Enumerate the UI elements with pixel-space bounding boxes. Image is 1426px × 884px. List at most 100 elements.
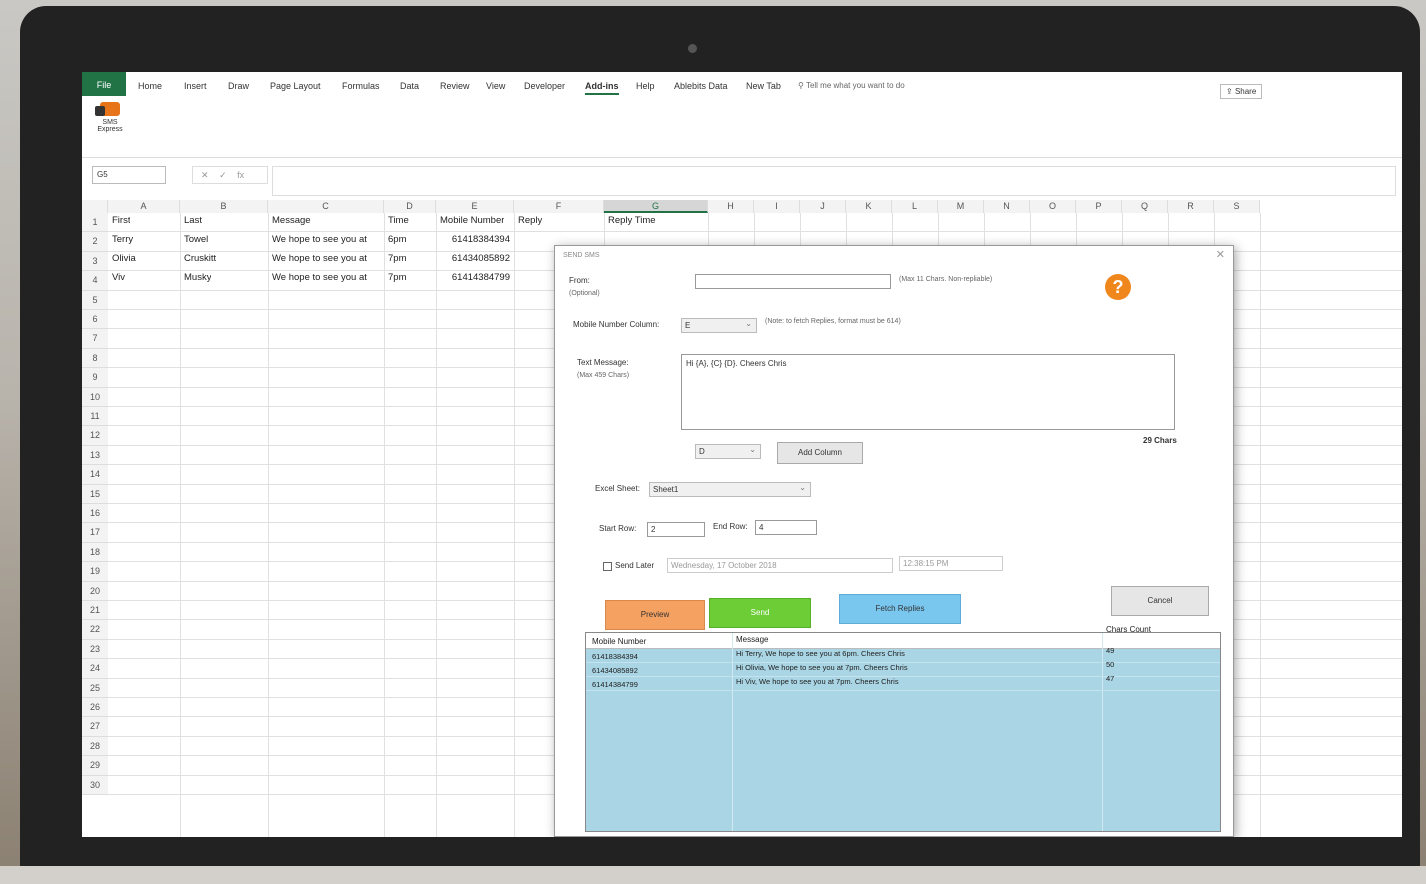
col-header-f[interactable]: F: [514, 200, 604, 213]
row-header[interactable]: 28: [82, 736, 108, 757]
row-header[interactable]: 13: [82, 445, 108, 466]
col-header-h[interactable]: H: [708, 200, 754, 213]
send-date-input[interactable]: Wednesday, 17 October 2018: [667, 558, 893, 573]
start-row-input[interactable]: 2: [647, 522, 705, 537]
cell-e1[interactable]: Mobile Number: [440, 215, 504, 226]
col-header-c[interactable]: C: [268, 200, 384, 213]
cell-f1[interactable]: Reply: [518, 215, 542, 226]
close-icon[interactable]: ✕: [1216, 248, 1225, 261]
row-header[interactable]: 11: [82, 407, 108, 427]
row-header[interactable]: 23: [82, 639, 108, 660]
tab-view[interactable]: View: [486, 81, 505, 91]
tab-new-tab[interactable]: New Tab: [746, 81, 781, 91]
add-column-button[interactable]: Add Column: [777, 442, 863, 464]
cell-d1[interactable]: Time: [388, 215, 409, 226]
tab-data[interactable]: Data: [400, 81, 419, 91]
formula-input[interactable]: [272, 166, 1396, 196]
row-header[interactable]: 5: [82, 290, 108, 310]
cell-b2[interactable]: Towel: [184, 234, 208, 245]
cell-c1[interactable]: Message: [272, 215, 311, 226]
row-header[interactable]: 10: [82, 387, 108, 407]
help-icon[interactable]: ?: [1105, 274, 1131, 300]
col-header-j[interactable]: J: [800, 200, 846, 213]
row-header[interactable]: 16: [82, 504, 108, 524]
row-header[interactable]: 18: [82, 542, 108, 563]
cell-c3[interactable]: We hope to see you at: [272, 253, 382, 264]
cell-a4[interactable]: Viv: [112, 272, 125, 283]
cell-e4[interactable]: 61414384799: [440, 272, 510, 283]
tab-file[interactable]: File: [82, 72, 126, 96]
cancel-button[interactable]: Cancel: [1111, 586, 1209, 616]
col-header-k[interactable]: K: [846, 200, 892, 213]
row-header[interactable]: 8: [82, 348, 108, 369]
end-row-input[interactable]: 4: [755, 520, 817, 535]
row-header[interactable]: 29: [82, 756, 108, 776]
send-button[interactable]: Send: [709, 598, 811, 628]
col-header-m[interactable]: M: [938, 200, 984, 213]
enter-icon[interactable]: ✓: [219, 170, 227, 180]
col-header-q[interactable]: Q: [1122, 200, 1168, 213]
fetch-replies-button[interactable]: Fetch Replies: [839, 594, 961, 624]
add-column-select[interactable]: D: [695, 443, 761, 459]
col-header-n[interactable]: N: [984, 200, 1030, 213]
row-header[interactable]: 14: [82, 465, 108, 485]
cell-e3[interactable]: 61434085892: [440, 253, 510, 264]
tab-formulas[interactable]: Formulas: [342, 81, 380, 91]
row-header[interactable]: 25: [82, 678, 108, 698]
cell-a1[interactable]: First: [112, 215, 130, 226]
cell-a3[interactable]: Olivia: [112, 253, 136, 264]
results-row[interactable]: 61414384799 Hi Viv, We hope to see you a…: [586, 674, 1220, 691]
from-input[interactable]: [695, 274, 891, 289]
col-header-l[interactable]: L: [892, 200, 938, 213]
row-header[interactable]: 24: [82, 659, 108, 679]
results-grid[interactable]: Mobile Number Message Chars Count 614183…: [585, 625, 1221, 832]
tab-ablebits-data[interactable]: Ablebits Data: [674, 81, 728, 91]
tab-review[interactable]: Review: [440, 81, 470, 91]
cell-d2[interactable]: 6pm: [388, 234, 406, 245]
excel-sheet-select[interactable]: Sheet1: [649, 481, 811, 497]
cell-b3[interactable]: Cruskitt: [184, 253, 216, 264]
send-later-checkbox[interactable]: [603, 562, 612, 571]
cell-b4[interactable]: Musky: [184, 272, 211, 283]
row-header[interactable]: 21: [82, 601, 108, 621]
row-header[interactable]: 19: [82, 562, 108, 582]
row-header[interactable]: 20: [82, 581, 108, 601]
cell-c4[interactable]: We hope to see you at: [272, 272, 382, 283]
col-header-p[interactable]: P: [1076, 200, 1122, 213]
row-header[interactable]: 26: [82, 698, 108, 718]
tab-add-ins[interactable]: Add-ins: [585, 81, 619, 95]
tab-page-layout[interactable]: Page Layout: [270, 81, 321, 91]
tab-developer[interactable]: Developer: [524, 81, 565, 91]
text-message-input[interactable]: Hi {A}, {C} {D}. Cheers Chris: [681, 354, 1175, 430]
row-header[interactable]: 2: [82, 232, 108, 252]
tab-insert[interactable]: Insert: [184, 81, 207, 91]
cell-g1[interactable]: Reply Time: [608, 215, 656, 226]
col-header-r[interactable]: R: [1168, 200, 1214, 213]
row-header[interactable]: 3: [82, 251, 108, 272]
col-header-s[interactable]: S: [1214, 200, 1260, 213]
row-header[interactable]: 15: [82, 484, 108, 504]
col-header-o[interactable]: O: [1030, 200, 1076, 213]
cell-d4[interactable]: 7pm: [388, 272, 406, 283]
results-row[interactable]: 61418384394 Hi Terry, We hope to see you…: [586, 646, 1220, 663]
col-header-e[interactable]: E: [436, 200, 514, 213]
cell-a2[interactable]: Terry: [112, 234, 133, 245]
cell-c2[interactable]: We hope to see you at: [272, 234, 382, 245]
cell-b1[interactable]: Last: [184, 215, 202, 226]
select-all-corner[interactable]: [82, 200, 108, 213]
tell-me-search[interactable]: ⚲ Tell me what you want to do: [798, 81, 905, 90]
tab-home[interactable]: Home: [138, 81, 162, 91]
col-header-i[interactable]: I: [754, 200, 800, 213]
col-header-a[interactable]: A: [108, 200, 180, 213]
preview-button[interactable]: Preview: [605, 600, 705, 630]
row-header[interactable]: 9: [82, 368, 108, 388]
col-header-d[interactable]: D: [384, 200, 436, 213]
row-header[interactable]: 17: [82, 523, 108, 543]
send-time-input[interactable]: 12:38:15 PM: [899, 556, 1003, 571]
results-row[interactable]: 61434085892 Hi Olivia, We hope to see yo…: [586, 660, 1220, 677]
tab-draw[interactable]: Draw: [228, 81, 249, 91]
row-header[interactable]: 1: [82, 213, 108, 233]
row-header[interactable]: 4: [82, 271, 108, 291]
cell-e2[interactable]: 61418384394: [440, 234, 510, 245]
sms-express-button[interactable]: SMS Express: [88, 102, 132, 146]
